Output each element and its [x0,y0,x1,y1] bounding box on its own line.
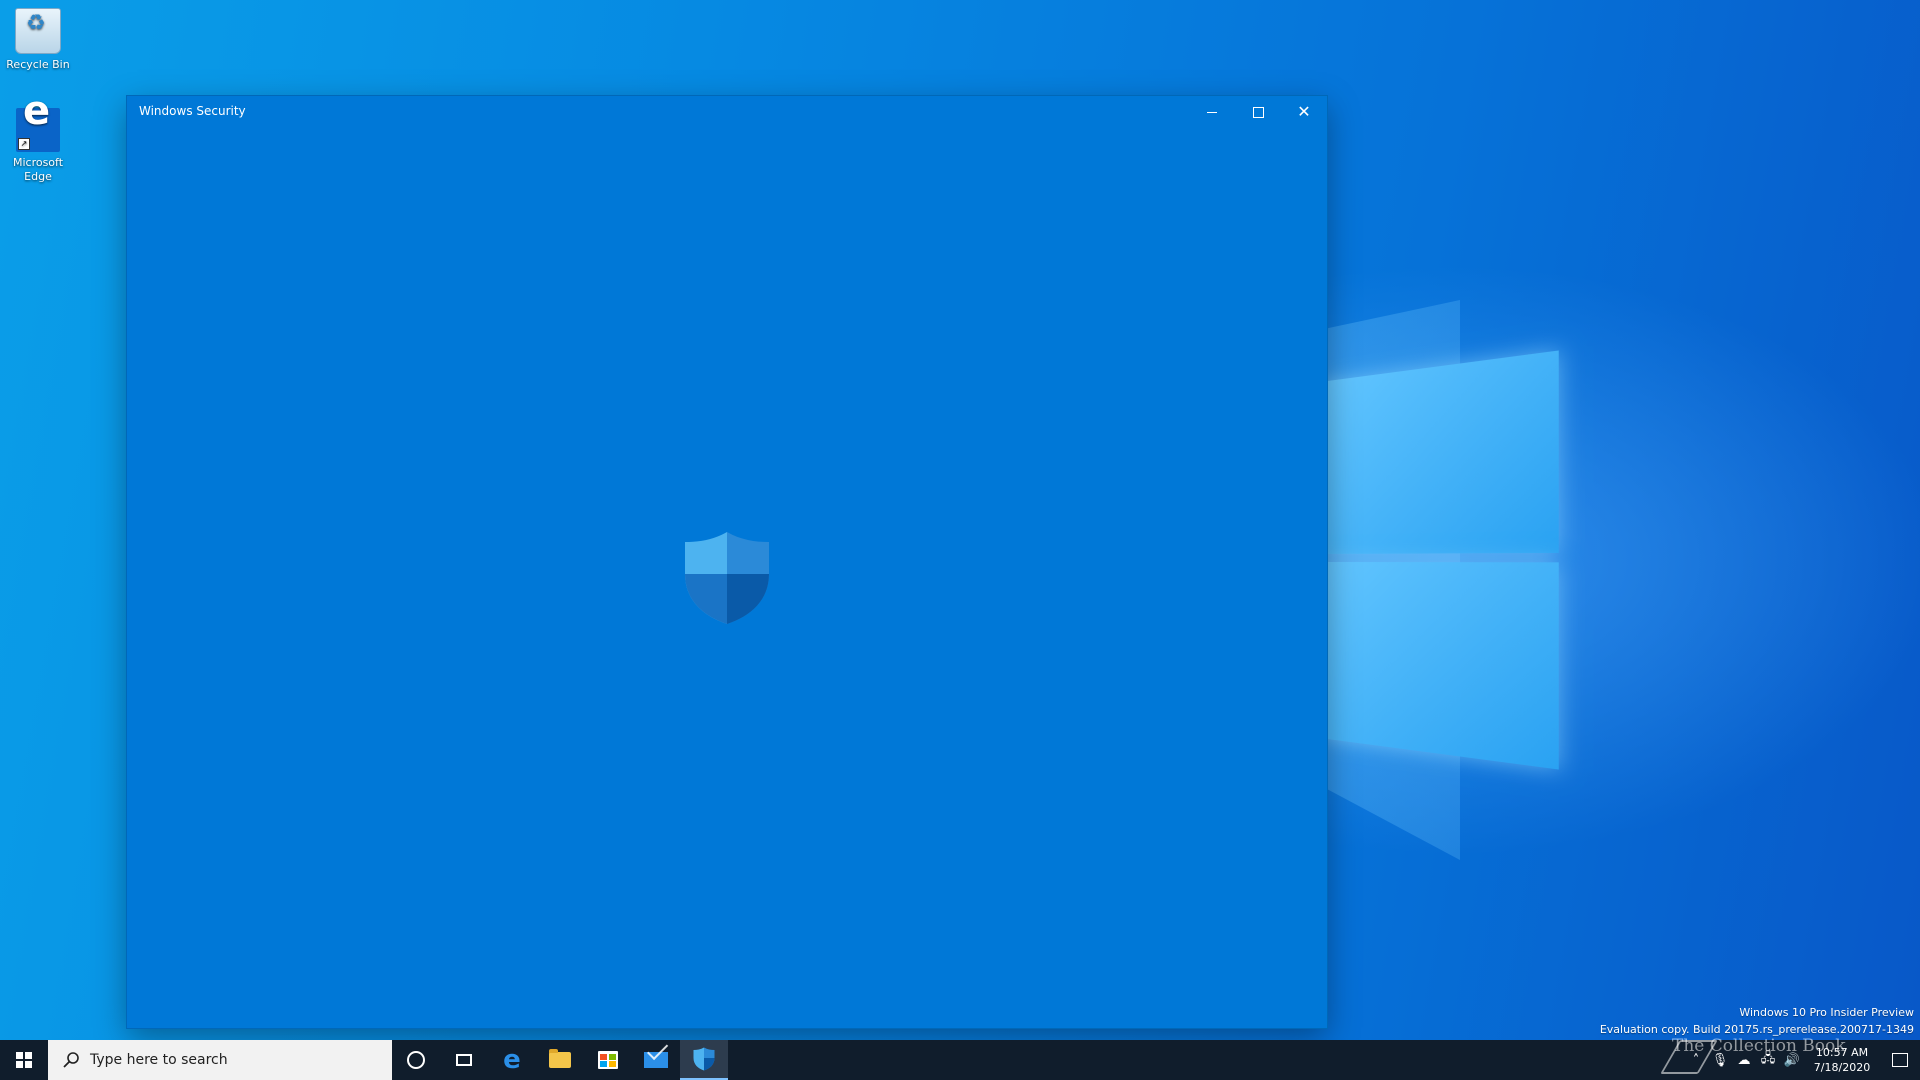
cortana-button[interactable] [392,1040,440,1080]
watermark-edition: Windows 10 Pro Insider Preview [1739,1006,1914,1019]
windows-start-icon [16,1052,32,1068]
action-center-button[interactable] [1880,1040,1920,1080]
minimize-icon [1207,111,1217,113]
title-bar[interactable]: Windows Security ✕ [127,96,1327,128]
windows-security-icon [693,1047,715,1071]
desktop-icon-recycle-bin[interactable]: Recycle Bin [0,8,76,72]
taskbar-windows-security-button[interactable] [680,1040,728,1080]
desktop-icon-label: Recycle Bin [6,58,70,71]
search-placeholder: Type here to search [90,1052,228,1068]
volume-tray-button[interactable]: 🔊 [1780,1040,1804,1080]
task-view-button[interactable] [440,1040,488,1080]
network-icon: 🖧 [1760,1051,1776,1066]
windows-security-shield-icon [685,532,769,624]
start-button[interactable] [0,1040,48,1080]
wallpaper-windows-logo [1320,350,1559,770]
onedrive-tray-button[interactable]: ☁ [1732,1040,1756,1080]
maximize-button[interactable] [1235,96,1281,128]
windows-security-window: Windows Security ✕ [127,96,1327,1028]
desktop: Recycle Bin e↗ Microsoft Edge Windows Se… [0,0,1920,1040]
taskbar-file-explorer-button[interactable] [536,1040,584,1080]
maximize-icon [1252,106,1264,118]
clock-date: 7/18/2020 [1813,1061,1871,1074]
notification-icon [1892,1053,1908,1067]
minimize-button[interactable] [1189,96,1235,128]
file-explorer-icon [549,1049,571,1068]
taskbar-edge-button[interactable]: e [488,1040,536,1080]
system-tray: ˄ 🎙 ☁ 🖧 🔊 10:57 AM 7/18/2020 [1684,1040,1920,1080]
microphone-icon: 🎙 [1711,1052,1729,1068]
mail-icon [644,1052,668,1068]
watermark-build: Evaluation copy. Build 20175.rs_prerelea… [1599,1023,1914,1036]
edge-icon: e ↗ [16,91,60,152]
close-button[interactable]: ✕ [1281,96,1327,128]
cloud-icon: ☁ [1737,1052,1751,1068]
clock-time: 10:57 AM [1815,1046,1869,1059]
evaluation-watermark: Windows 10 Pro Insider Preview Evaluatio… [1600,1004,1914,1038]
close-icon: ✕ [1297,102,1311,121]
store-icon [598,1051,618,1069]
task-view-icon [456,1054,472,1066]
taskbar-store-button[interactable] [584,1040,632,1080]
desktop-icon-edge[interactable]: e ↗ Microsoft Edge [0,91,76,184]
network-tray-button[interactable]: 🖧 [1756,1040,1780,1080]
taskbar-search-box[interactable]: Type here to search [48,1040,392,1080]
speaker-icon: 🔊 [1783,1052,1801,1068]
taskbar-mail-button[interactable] [632,1040,680,1080]
recycle-bin-icon [15,8,61,54]
window-title: Windows Security [139,104,246,118]
taskbar: Type here to search e ˄ 🎙 ☁ 🖧 🔊 10:57 AM… [0,1040,1920,1080]
cortana-icon [407,1051,425,1069]
desktop-icon-label: Microsoft Edge [12,156,64,183]
search-icon [63,1052,79,1068]
edge-icon: e [503,1045,521,1075]
clock[interactable]: 10:57 AM 7/18/2020 [1804,1045,1880,1075]
